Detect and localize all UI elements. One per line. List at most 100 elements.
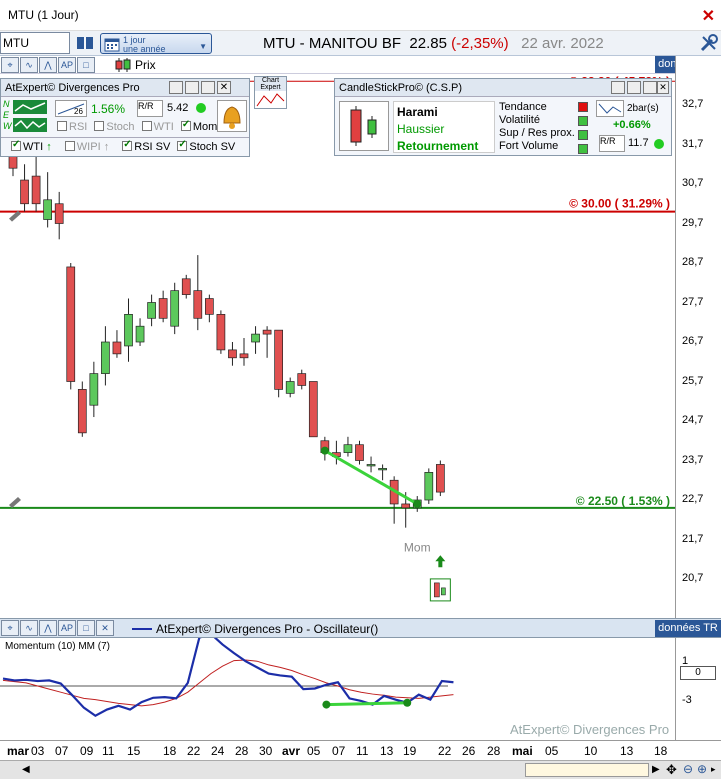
settings-icon[interactable]	[169, 81, 183, 94]
minimize-icon[interactable]	[201, 81, 215, 94]
new-letter-n: N	[3, 99, 10, 109]
osc-ap-icon[interactable]: AP	[58, 620, 76, 636]
date-tick: 15	[127, 744, 141, 758]
date-tick: 19	[403, 744, 417, 758]
new-letter-e: E	[3, 110, 10, 120]
stock-title: MTU - MANITOU BF 22.85 (-2,35%) 22 avr. …	[263, 35, 604, 52]
scroll-left-icon[interactable]: ◀	[22, 764, 30, 775]
stock-price: 22.85	[409, 35, 447, 52]
trend-wave-icon[interactable]	[13, 118, 47, 132]
chart-expert-label: Chart Expert	[255, 77, 286, 91]
date-tick: 11	[356, 744, 369, 758]
criteria-volatilite: Volatilité	[499, 114, 540, 126]
chart-icon[interactable]	[185, 81, 199, 94]
osc-tick-m3: -3	[682, 694, 692, 706]
zoom-in-icon[interactable]: ⊕	[697, 762, 707, 776]
zoom-out-icon[interactable]: ⊖	[683, 762, 693, 776]
candle-body	[124, 314, 133, 347]
divergence-end-dot	[413, 499, 422, 508]
chevron-down-icon: ▼	[199, 42, 207, 51]
bell-icon[interactable]	[217, 100, 247, 132]
rr-icon[interactable]: R/R	[137, 100, 163, 117]
osc-crosshair-icon[interactable]: ⌖	[1, 620, 19, 636]
candle-body	[205, 298, 214, 315]
csp-chart-icon[interactable]	[611, 81, 625, 94]
date-tick: avr	[282, 744, 301, 758]
ap-tool-icon[interactable]: AP	[58, 57, 76, 73]
resistance-label: © 30.00 ( 31.29% )	[569, 197, 670, 211]
scroll-end-icon[interactable]: ▸	[711, 764, 716, 775]
divergence-tool-icon[interactable]: ⋀	[39, 57, 57, 73]
candle-body	[77, 389, 87, 434]
stoch-check-label[interactable]: Stoch	[106, 121, 134, 133]
candle-body	[285, 381, 295, 394]
horizontal-scrollbar[interactable]: ◀ ▶ ✥ ⊖ ⊕ ▸	[0, 760, 721, 779]
criteria-tendance: Tendance	[499, 101, 547, 113]
date-tick: mai	[512, 744, 533, 758]
window-tool-icon[interactable]: □	[77, 57, 95, 73]
date-tick: mar	[7, 744, 30, 758]
osc-close-icon[interactable]: ✕	[96, 620, 114, 636]
csp-options-icon[interactable]	[627, 81, 641, 94]
candle-body	[216, 314, 226, 351]
candle-body	[355, 444, 364, 461]
wti-check-label[interactable]: WTI	[154, 121, 174, 133]
candle-body	[436, 464, 445, 493]
date-tick: 10	[584, 744, 598, 758]
stoch-sv-check[interactable]: Stoch SV	[189, 141, 235, 153]
osc-window-icon[interactable]: □	[77, 620, 95, 636]
csp-trend-icon[interactable]	[596, 100, 624, 117]
trendline-days-icon[interactable]: 26	[55, 100, 87, 117]
scroll-right-icon[interactable]: ▶	[652, 764, 660, 775]
osc-divergence-icon[interactable]: ⋀	[39, 620, 57, 636]
csp-rr-icon[interactable]: R/R	[599, 135, 625, 152]
price-tick: 31,7	[682, 137, 704, 150]
chart-expert-button[interactable]: Chart Expert	[254, 76, 287, 109]
wti-check[interactable]: WTI	[23, 141, 43, 153]
atexpert-pct: 1.56%	[91, 102, 126, 116]
close-icon[interactable]: ✕	[702, 6, 715, 26]
candle-body	[20, 179, 29, 205]
csp-criteria: Tendance Volatilité Sup / Res prox. Fort…	[499, 101, 587, 153]
scroll-thumb[interactable]	[525, 763, 649, 777]
csp-pattern: Harami	[397, 105, 438, 119]
rsi-sv-check[interactable]: RSI SV	[134, 141, 170, 153]
wipi-check[interactable]: WIPI	[77, 141, 101, 153]
candle-body	[239, 353, 249, 359]
atexpert-title: AtExpert© Divergences Pro	[5, 82, 140, 94]
trend-up-icon[interactable]	[13, 100, 47, 114]
new-letter-w: W	[3, 121, 12, 131]
panel-close-icon[interactable]: ✕	[217, 81, 231, 94]
new-letters: N E W	[3, 99, 12, 132]
rsi-check-label[interactable]: RSI	[69, 121, 87, 133]
rr-value: 5.42	[167, 102, 189, 114]
volatilite-indicator	[578, 116, 588, 126]
crosshair-tool-icon[interactable]: ⌖	[1, 57, 19, 73]
candle-body	[54, 203, 64, 224]
window-title: MTU (1 Jour)	[8, 8, 79, 22]
candle-body	[274, 329, 283, 390]
csp-bars-pct: +0.66%	[613, 119, 651, 131]
move-icon[interactable]: ✥	[666, 762, 677, 778]
date-tick: 24	[211, 744, 225, 758]
candle-body	[31, 175, 41, 205]
symbol-input[interactable]	[0, 32, 70, 54]
csp-close-icon[interactable]: ✕	[657, 81, 669, 94]
candle-body	[112, 341, 122, 355]
stock-change: (-2,35%)	[451, 35, 509, 52]
date-tick: 05	[545, 744, 559, 758]
mom-check-label[interactable]: Mom	[193, 121, 217, 133]
osc-donnees-label: données TR	[655, 620, 721, 637]
tools-icon[interactable]	[699, 33, 719, 56]
csp-status-dot	[654, 139, 664, 149]
csp-minimize-icon[interactable]	[643, 81, 657, 94]
date-tick: 09	[80, 744, 94, 758]
osc-divergence-line	[326, 701, 408, 707]
trendline-tool-icon[interactable]: ∿	[20, 57, 38, 73]
harami-marker-icon	[429, 578, 451, 602]
book-icon[interactable]	[76, 34, 94, 52]
oscillator-strip: ⌖ ∿ ⋀ AP □ ✕ AtExpert© Divergences Pro - Osci…	[0, 618, 721, 638]
price-axis: 32,7 31,7 30,7 29,7 28,7 27,7 26,7 25,7 24,7 23,7…	[675, 56, 721, 618]
period-select[interactable]: 1 jour une année ▼	[100, 33, 212, 54]
osc-trendline-icon[interactable]: ∿	[20, 620, 38, 636]
